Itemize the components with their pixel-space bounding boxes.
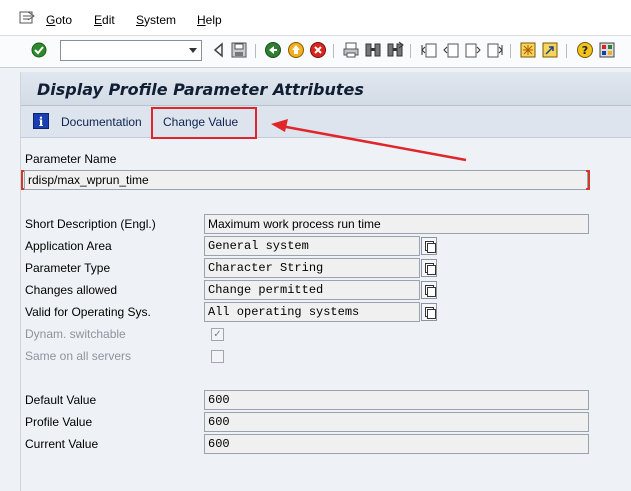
help-icon[interactable]: ?	[576, 41, 594, 59]
info-icon[interactable]: i	[33, 113, 49, 129]
main-content: Display Profile Parameter Attributes i D…	[20, 72, 631, 491]
annotation-arrow	[271, 119, 467, 162]
default-value-label: Default Value	[25, 393, 97, 407]
parameter-type-field[interactable]: Character String	[204, 258, 420, 278]
valid-os-field[interactable]: All operating systems	[204, 302, 420, 322]
short-description-field[interactable]: Maximum work process run time	[204, 214, 589, 234]
save-icon[interactable]	[230, 41, 248, 59]
value-help-icon[interactable]	[421, 259, 437, 277]
first-page-icon[interactable]	[420, 41, 438, 59]
toolbar-separator	[566, 44, 567, 58]
customize-layout-icon[interactable]	[598, 41, 616, 59]
application-area-field[interactable]: General system	[204, 236, 420, 256]
menu-bar: Goto Edit System Help	[0, 0, 631, 36]
exit-icon[interactable]	[287, 41, 305, 59]
changes-allowed-label: Changes allowed	[25, 283, 118, 297]
menu-system[interactable]: System	[136, 13, 176, 27]
command-field[interactable]	[60, 40, 202, 61]
enter-icon[interactable]	[30, 41, 48, 59]
find-next-icon[interactable]	[386, 41, 404, 59]
last-page-icon[interactable]	[486, 41, 504, 59]
same-on-all-servers-label: Same on all servers	[25, 349, 132, 363]
back-green-icon[interactable]	[264, 41, 282, 59]
print-icon[interactable]	[342, 41, 360, 59]
application-area-label: Application Area	[25, 239, 112, 253]
current-value-field[interactable]: 600	[204, 434, 589, 454]
menu-edit[interactable]: Edit	[94, 13, 115, 27]
parameter-type-label: Parameter Type	[25, 261, 111, 275]
valid-os-label: Valid for Operating Sys.	[25, 305, 151, 319]
toolbar-separator	[410, 44, 411, 58]
svg-text:?: ?	[582, 44, 588, 57]
toolbar-separator	[255, 44, 256, 58]
parameter-name-label: Parameter Name	[25, 152, 117, 166]
value-help-icon[interactable]	[421, 303, 437, 321]
standard-toolbar: ?	[0, 36, 631, 68]
change-value-button[interactable]: Change Value	[163, 115, 238, 129]
changes-allowed-field[interactable]: Change permitted	[204, 280, 420, 300]
default-value-field[interactable]: 600	[204, 390, 589, 410]
toolbar-separator	[510, 44, 511, 58]
create-session-icon[interactable]	[519, 41, 537, 59]
dynam-switchable-label: Dynam. switchable	[25, 327, 126, 341]
menu-help[interactable]: Help	[197, 13, 222, 27]
toolbar-separator	[333, 44, 334, 58]
next-page-icon[interactable]	[464, 41, 482, 59]
previous-page-icon[interactable]	[442, 41, 460, 59]
menu-goto[interactable]: Goto	[46, 13, 72, 27]
value-help-icon[interactable]	[421, 237, 437, 255]
dynam-switchable-checkbox[interactable]: ✓	[211, 328, 224, 341]
back-icon[interactable]	[210, 41, 228, 59]
screen-title-bar: Display Profile Parameter Attributes	[21, 72, 631, 106]
parameter-name-field[interactable]: rdisp/max_wprun_time	[24, 170, 588, 190]
profile-value-field[interactable]: 600	[204, 412, 589, 432]
short-description-label: Short Description (Engl.)	[25, 217, 156, 231]
menu-app-icon[interactable]	[19, 11, 35, 25]
current-value-label: Current Value	[25, 437, 99, 451]
value-help-icon[interactable]	[421, 281, 437, 299]
profile-value-label: Profile Value	[25, 415, 93, 429]
find-icon[interactable]	[364, 41, 382, 59]
documentation-button[interactable]: Documentation	[61, 115, 142, 129]
same-on-all-servers-checkbox[interactable]	[211, 350, 224, 363]
chevron-down-icon[interactable]	[189, 48, 197, 53]
page-title: Display Profile Parameter Attributes	[37, 80, 364, 99]
cancel-icon[interactable]	[309, 41, 327, 59]
command-input[interactable]	[61, 41, 181, 60]
field-bracket-right	[586, 170, 590, 190]
shortcut-icon[interactable]	[541, 41, 559, 59]
